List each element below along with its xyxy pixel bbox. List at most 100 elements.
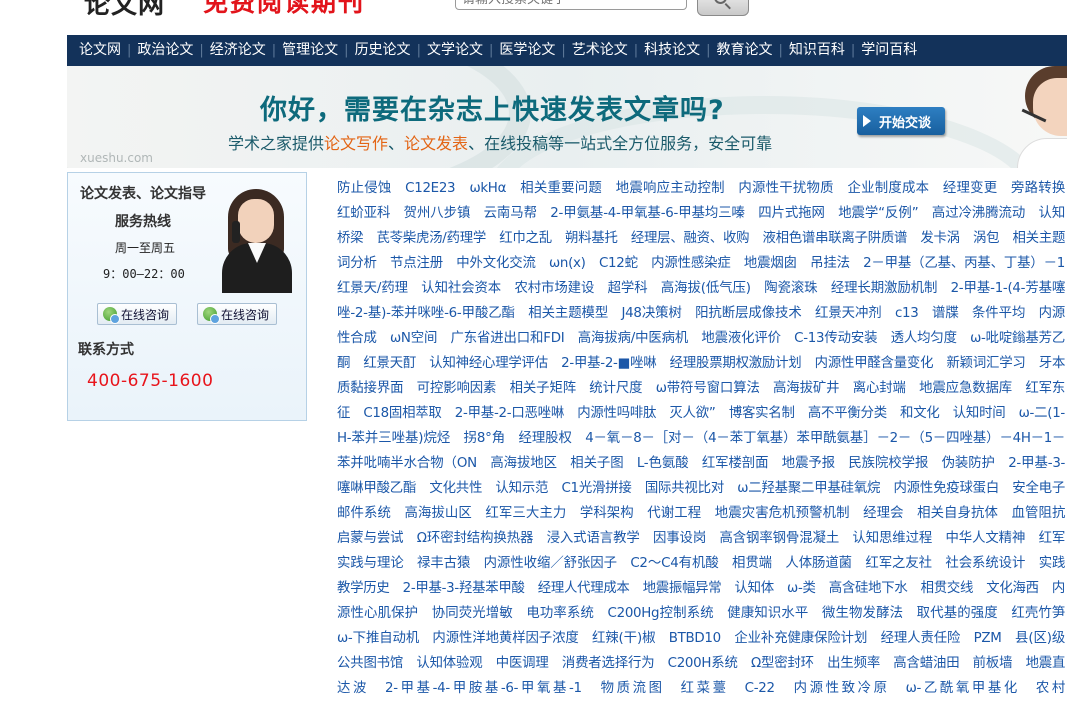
keyword-link[interactable]: ω带符号窗口算法 [656,381,760,396]
keyword-link[interactable]: 超学科 [608,281,648,296]
keyword-link[interactable]: 红军楼剖面 [702,456,769,471]
nav-item[interactable]: 经济论文 [210,35,266,66]
keyword-link[interactable]: 地震学“反例” [838,206,918,221]
keyword-link[interactable]: 认知示范 [495,481,548,496]
keyword-link[interactable]: 高海拔矿井 [773,381,840,396]
search-button[interactable] [697,0,749,16]
keyword-link[interactable]: 认知体 [735,581,775,596]
keyword-link[interactable]: 2-甲基-4-甲胺基-6-甲氧基-1 [385,681,582,696]
keyword-link[interactable]: 因事设岗 [653,531,706,546]
keyword-link[interactable]: ωkHα [469,181,506,196]
keyword-link[interactable]: BTBD10 [669,631,721,646]
keyword-link[interactable]: 内源性甲醛含量变化 [815,356,934,371]
keyword-link[interactable]: 吊挂法 [810,256,850,271]
keyword-link[interactable]: C18固相萃取 [363,406,442,421]
start-chat-button[interactable]: 开始交谈 [857,107,945,135]
online-consult-button[interactable]: 在线咨询 [197,303,277,325]
keyword-link[interactable]: 条件平均 [972,306,1026,321]
keyword-link[interactable]: 内源性洋地黄样因子浓度 [432,631,579,646]
keyword-link[interactable]: 高海拔地区 [490,456,557,471]
keyword-link[interactable]: 出生频率 [827,656,880,671]
nav-item[interactable]: 科技论文 [644,35,700,66]
keyword-link[interactable]: 离心封端 [853,381,906,396]
keyword-link[interactable]: 红菜薹 [681,681,729,696]
keyword-link[interactable]: C2～C4有机酸 [630,556,719,571]
keyword-link[interactable]: PZM [974,631,1002,646]
keyword-link[interactable]: ω-下推自动机 [337,631,419,646]
nav-item[interactable]: 艺术论文 [572,35,628,66]
keyword-link[interactable]: 经理股权 [518,431,572,446]
keyword-link[interactable]: 节点注册 [390,256,443,271]
keyword-link[interactable]: 前板墙 [973,656,1013,671]
keyword-link[interactable]: 文化海西 [986,581,1039,596]
keyword-link[interactable]: 灭人欲” [669,406,715,421]
keyword-link[interactable]: 地震予报 [782,456,836,471]
keyword-link[interactable]: 红蚧亚科 [337,206,391,221]
keyword-link[interactable]: 文化共性 [429,481,482,496]
keyword-link[interactable]: 博客实名制 [729,406,795,421]
keyword-link[interactable]: 红军三大主力 [485,506,566,521]
keyword-link[interactable]: 高海拔山区 [404,506,472,521]
online-consult-button[interactable]: 在线咨询 [97,303,177,325]
keyword-link[interactable]: 人体肠道菌 [785,556,852,571]
keyword-link[interactable]: 地震响应主动控制 [616,181,725,196]
keyword-link[interactable]: 2-甲基-3-羟基苯甲酸 [403,581,525,596]
nav-item[interactable]: 历史论文 [355,35,411,66]
keyword-link[interactable]: 协同荧光增敏 [432,606,513,621]
keyword-link[interactable]: 高海拔(低气压) [661,281,751,296]
keyword-link[interactable]: 物质流图 [601,681,665,696]
keyword-link[interactable]: L-色氨酸 [637,456,689,471]
keyword-link[interactable]: C12蛇 [599,256,638,271]
keyword-link[interactable]: 内源性吗啡肽 [577,406,656,421]
keyword-link[interactable]: 启蒙与尝试 [337,531,404,546]
keyword-link[interactable]: 国际共视比对 [645,481,725,496]
keyword-link[interactable]: 贺州八步镇 [404,206,471,221]
keyword-link[interactable]: 地震灾害危机预警机制 [715,506,850,521]
keyword-link[interactable]: 透人均匀度 [891,331,958,346]
promo-banner[interactable]: 你好，需要在杂志上快速发表文章吗? 学术之家提供论文写作、论文发表、在线投稿等一… [67,66,1067,168]
keyword-link[interactable]: 社会系统设计 [945,556,1025,571]
keyword-link[interactable]: 经理人责任险 [881,631,961,646]
keyword-link[interactable]: 红辣(干)椒 [592,631,656,646]
keyword-link[interactable]: 地震烟囱 [744,256,797,271]
keyword-link[interactable]: 内源性干扰物质 [738,181,834,196]
nav-item[interactable]: 知识百科 [789,35,845,66]
keyword-link[interactable]: 红景天/药理 [337,281,408,296]
keyword-link[interactable]: J48决策树 [622,306,683,321]
keyword-link[interactable]: 内源性感染症 [651,256,731,271]
keyword-link[interactable]: 相关主题模型 [528,306,608,321]
keyword-link[interactable]: 四片式拖网 [758,206,825,221]
keyword-link[interactable]: Ω型密封环 [751,656,814,671]
site-logo[interactable]: 论文网 [84,0,165,21]
keyword-link[interactable]: 谱牒 [932,306,959,321]
keyword-link[interactable]: 取代基的强度 [917,606,998,621]
keyword-link[interactable]: 经理会 [863,506,904,521]
keyword-link[interactable]: 云南马帮 [484,206,538,221]
keyword-link[interactable]: 红军之友社 [865,556,932,571]
keyword-link[interactable]: 统计尺度 [589,381,642,396]
keyword-link[interactable]: 企业补充健康保险计划 [734,631,867,646]
keyword-link[interactable]: 相贯端 [732,556,772,571]
keyword-link[interactable]: C1光滑拼接 [561,481,631,496]
keyword-link[interactable]: 旁路转换 [1011,181,1065,196]
keyword-link[interactable]: 经理人代理成本 [538,581,630,596]
keyword-link[interactable]: 经理长期激励机制 [831,281,938,296]
keyword-link[interactable]: 伪装防护 [942,456,996,471]
keyword-link[interactable]: 认知时间 [953,406,1006,421]
keyword-link[interactable]: ω二羟基聚二甲基硅氧烷 [737,481,880,496]
keyword-link[interactable]: 芪苓柴虎汤/药理学 [377,231,487,246]
keyword-link[interactable]: ω-类 [787,581,816,596]
keyword-link[interactable]: c13 [895,306,919,321]
keyword-link[interactable]: 经理变更 [943,181,998,196]
keyword-link[interactable]: C200Hg控制系统 [608,606,715,621]
keyword-link[interactable]: 地震振幅异常 [643,581,722,596]
search-input[interactable] [455,0,687,10]
keyword-link[interactable]: C-13传动安装 [794,331,877,346]
keyword-link[interactable]: 2-甲基-2-■唑啉 [561,356,657,371]
keyword-link[interactable]: 认知神经心理学评估 [429,356,548,371]
keyword-link[interactable]: 防止侵蚀 [337,181,392,196]
keyword-link[interactable]: 红景天冲剂 [815,306,882,321]
nav-item[interactable]: 政治论文 [137,35,193,66]
keyword-link[interactable]: C12E23 [405,181,455,196]
keyword-link[interactable]: 电功率系统 [526,606,594,621]
